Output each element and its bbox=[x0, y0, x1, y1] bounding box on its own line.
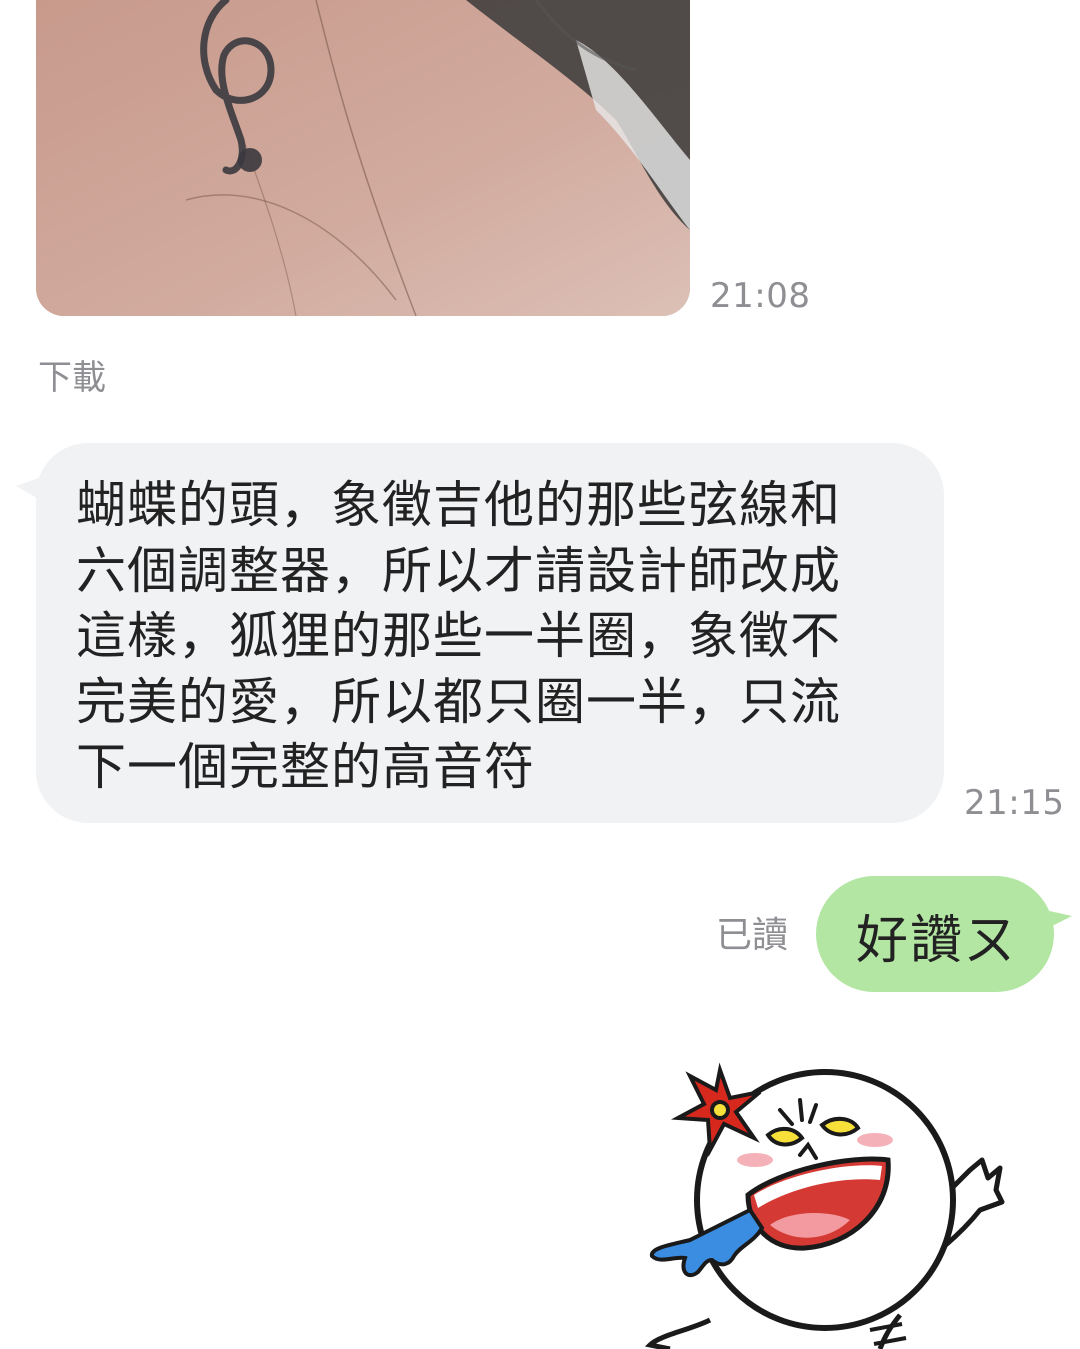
photo-message[interactable] bbox=[36, 0, 690, 316]
message-line: 蝴蝶的頭，象徵吉他的那些弦線和 bbox=[76, 476, 841, 534]
download-link[interactable]: 下載 bbox=[38, 350, 106, 399]
message-line: 下一個完整的高音符 bbox=[76, 738, 535, 796]
read-status: 已讀 bbox=[716, 915, 789, 956]
chat-view: 21:08 下載 蝴蝶的頭，象徵吉他的那些弦線和 六個調整器，所以才請設計師改成… bbox=[0, 0, 1080, 1349]
photo-timestamp: 21:08 bbox=[710, 276, 811, 316]
outgoing-message-bubble[interactable]: 好讚ㄡ bbox=[816, 876, 1054, 992]
tattoo-photo-image bbox=[36, 0, 690, 316]
text-timestamp: 21:15 bbox=[964, 783, 1065, 823]
outgoing-message-text: 好讚ㄡ bbox=[856, 911, 1019, 971]
incoming-message-bubble[interactable]: 蝴蝶的頭，象徵吉他的那些弦線和 六個調整器，所以才請設計師改成 這樣，狐狸的那些… bbox=[36, 443, 944, 823]
message-line: 這樣，狐狸的那些一半圈，象徵不 bbox=[76, 607, 841, 665]
laughing-moon-sticker-icon[interactable] bbox=[630, 1060, 1030, 1349]
message-line: 完美的愛，所以都只圈一半，只流 bbox=[76, 672, 841, 731]
message-line: 六個調整器，所以才請設計師改成 bbox=[76, 541, 841, 600]
